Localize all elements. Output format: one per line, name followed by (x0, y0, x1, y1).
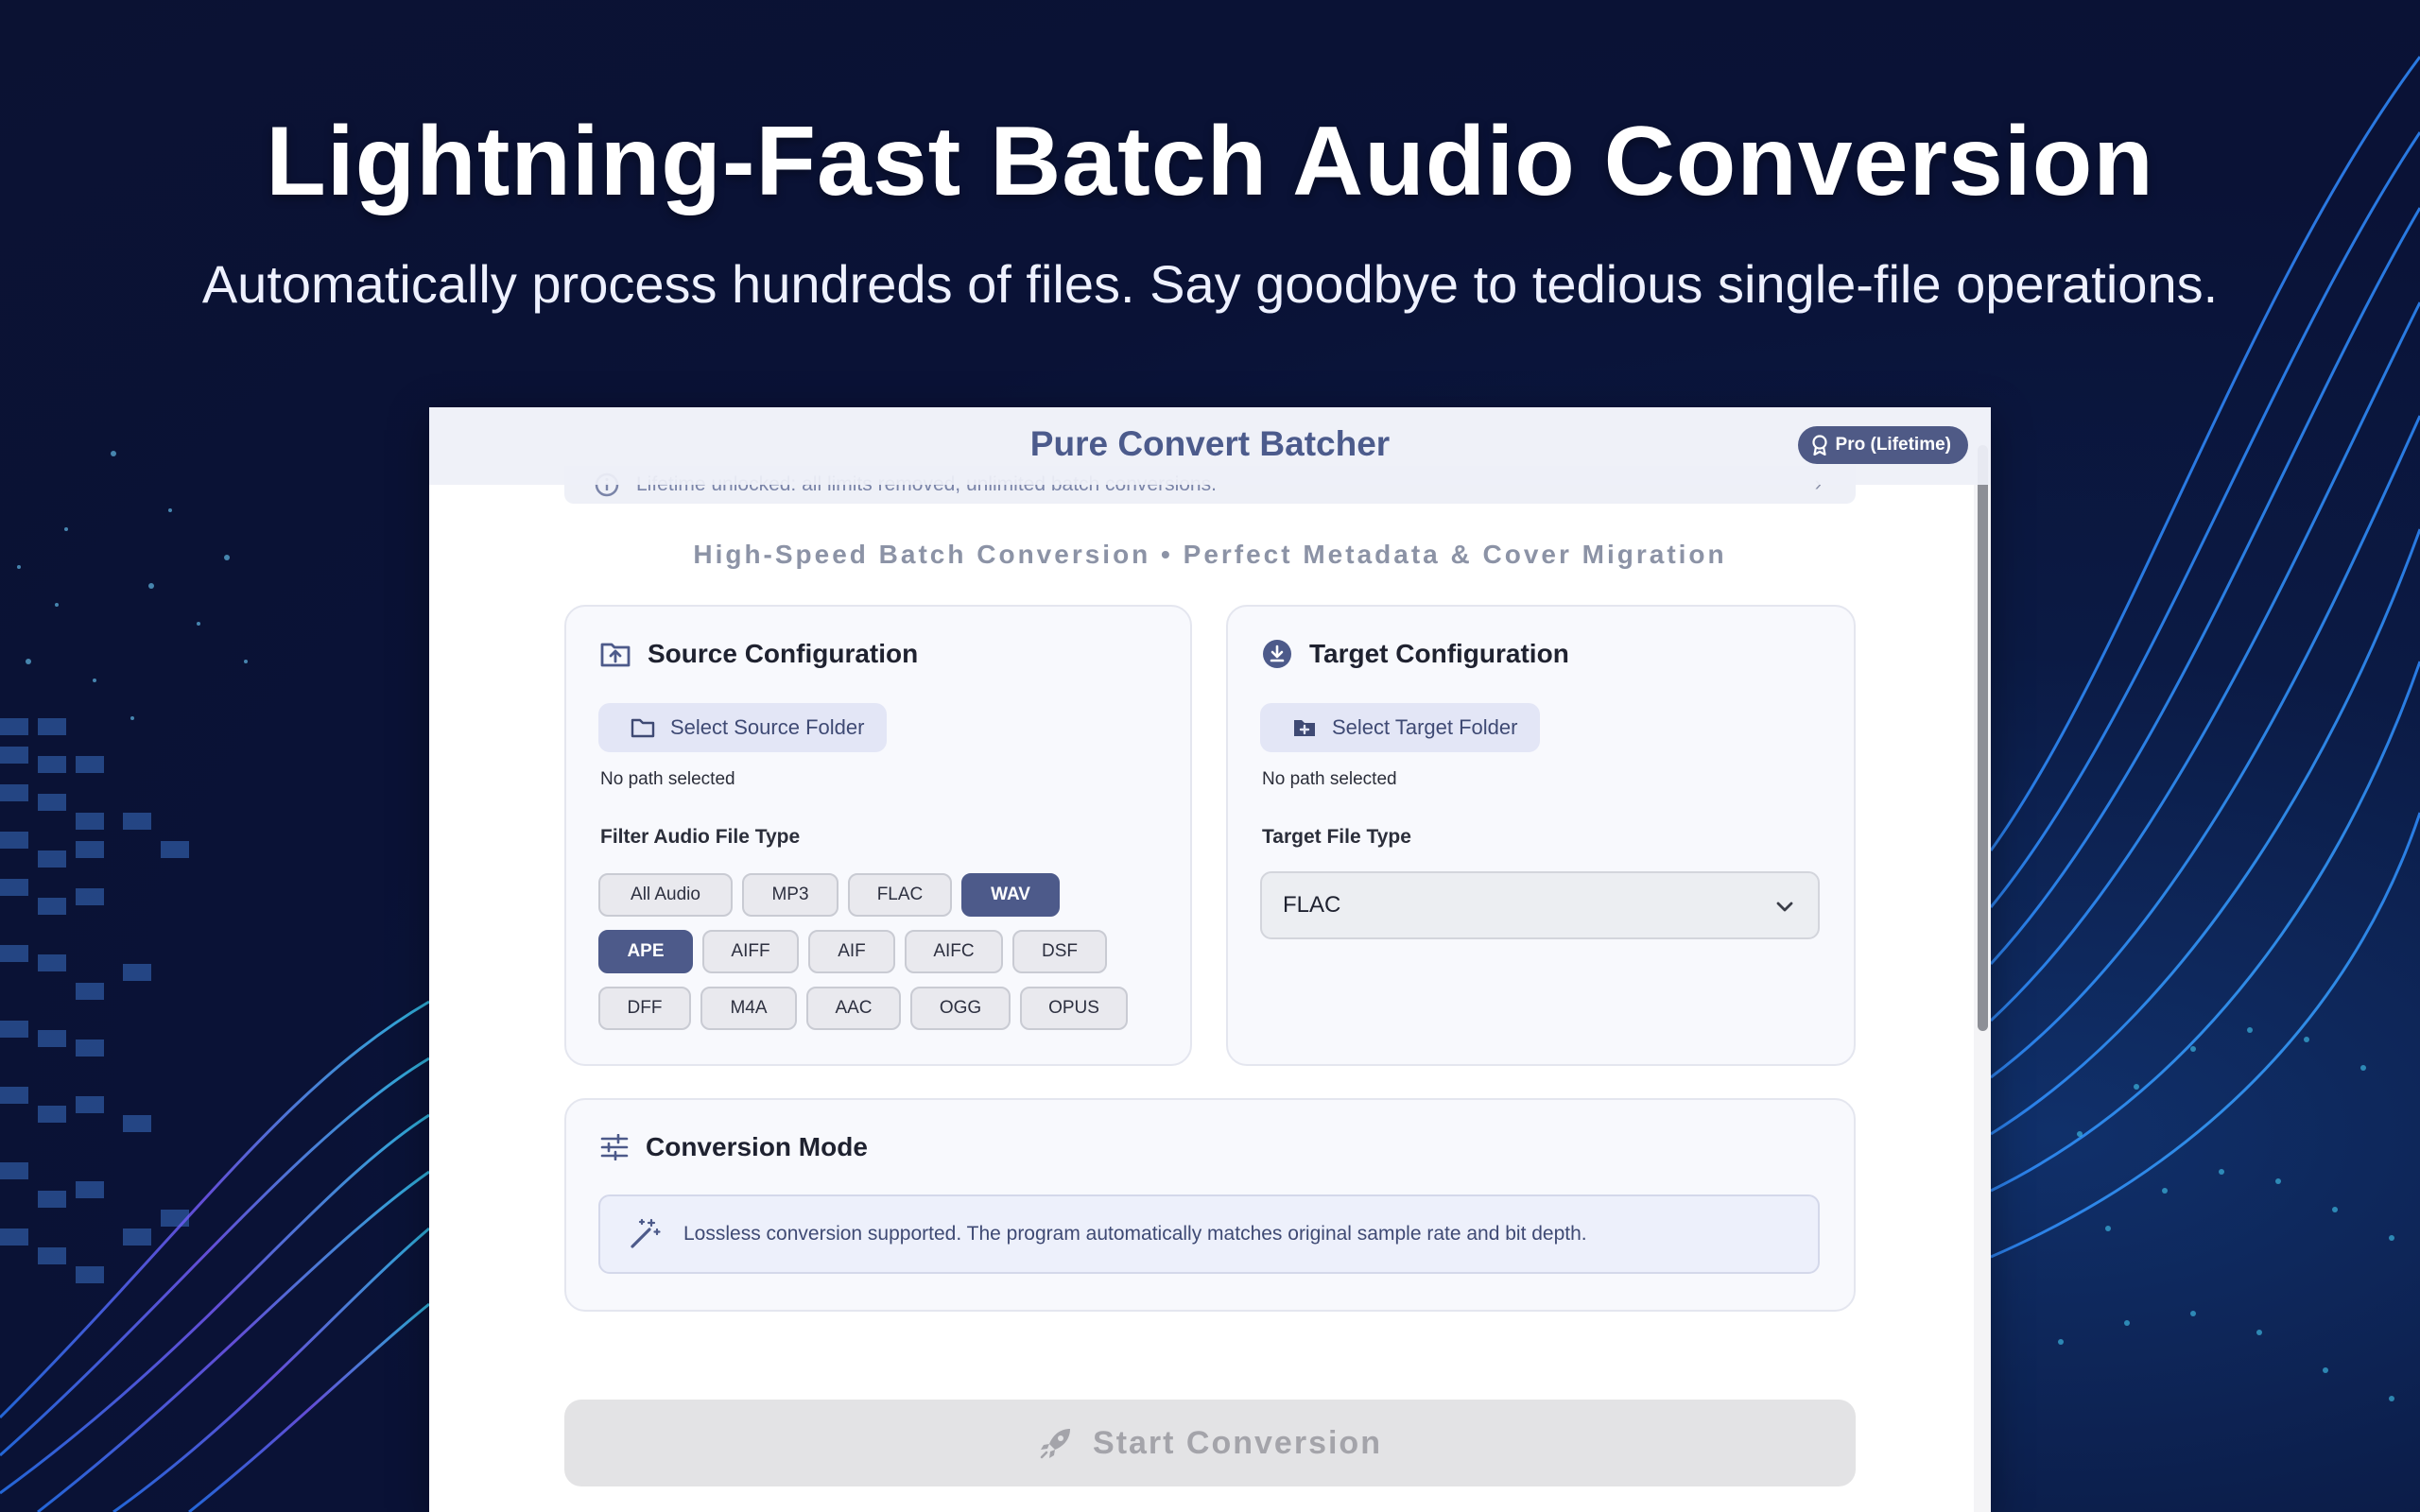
filter-chip-m4a[interactable]: M4A (700, 987, 797, 1030)
pro-badge-label: Pro (Lifetime) (1835, 435, 1951, 455)
chip-label: AIFF (731, 941, 770, 961)
app-window: Lifetime unlocked: all limits removed, u… (429, 407, 1991, 1512)
chip-label: OGG (939, 998, 982, 1018)
chip-label: AAC (835, 998, 873, 1018)
scrollbar-thumb[interactable] (1978, 445, 1988, 1031)
filter-chip-dff[interactable]: DFF (598, 987, 691, 1030)
lossless-info-box: Lossless conversion supported. The progr… (598, 1194, 1820, 1274)
titlebar: Pure Convert Batcher Pro (Lifetime) (429, 407, 1991, 485)
filter-chip-aiff[interactable]: AIFF (702, 930, 799, 973)
lossless-info-text: Lossless conversion supported. The progr… (683, 1223, 1587, 1245)
start-conversion-button[interactable]: Start Conversion (564, 1400, 1856, 1486)
chip-label: FLAC (876, 885, 924, 904)
filter-chip-wav[interactable]: WAV (961, 873, 1060, 917)
download-icon (1262, 639, 1292, 669)
filter-chip-aif[interactable]: AIF (808, 930, 895, 973)
hero-title: Lightning-Fast Batch Audio Conversion (266, 107, 2154, 216)
filter-chip-all-audio[interactable]: All Audio (598, 873, 733, 917)
award-icon (1811, 435, 1828, 455)
select-source-folder-label: Select Source Folder (670, 715, 865, 739)
filter-chip-dsf[interactable]: DSF (1012, 930, 1107, 973)
chip-label: DSF (1042, 941, 1078, 961)
target-type-select[interactable]: FLAC (1260, 871, 1820, 939)
magic-wand-icon (629, 1218, 661, 1250)
source-card: Source Configuration Select Source Folde… (564, 605, 1192, 1066)
target-type-label: Target File Type (1262, 826, 1411, 848)
app-title: Pure Convert Batcher (1029, 424, 1391, 463)
filter-chip-flac[interactable]: FLAC (848, 873, 952, 917)
chip-label: M4A (730, 998, 768, 1018)
rocket-icon (1038, 1425, 1074, 1461)
start-conversion-label: Start Conversion (1093, 1424, 1382, 1461)
source-path: No path selected (600, 769, 735, 789)
target-type-value: FLAC (1283, 892, 1341, 918)
conversion-mode-card: Conversion Mode Lossless conversion supp… (564, 1098, 1856, 1312)
scrollbar[interactable] (1974, 407, 1991, 1512)
chip-label: MP3 (771, 885, 809, 904)
hero-subtitle: Automatically process hundreds of files.… (201, 254, 2219, 314)
sliders-icon (600, 1134, 629, 1160)
select-source-folder-button[interactable]: Select Source Folder (598, 703, 888, 752)
select-target-folder-label: Select Target Folder (1332, 715, 1518, 739)
tagline: High-Speed Batch Conversion • Perfect Me… (693, 540, 1727, 569)
chip-label: DFF (627, 998, 663, 1018)
folder-upload-icon (600, 640, 631, 668)
filter-chip-aac[interactable]: AAC (806, 987, 901, 1030)
chip-label: WAV (991, 885, 1030, 904)
chip-label: AIFC (933, 941, 975, 961)
filter-chip-opus[interactable]: OPUS (1020, 987, 1128, 1030)
select-target-folder-button[interactable]: Select Target Folder (1260, 703, 1541, 752)
pro-badge[interactable]: Pro (Lifetime) (1797, 426, 1968, 464)
filter-chip-mp3[interactable]: MP3 (742, 873, 838, 917)
folder-plus-icon (1292, 717, 1317, 738)
filter-chip-ogg[interactable]: OGG (910, 987, 1011, 1030)
chip-label: AIF (838, 941, 866, 961)
target-path: No path selected (1262, 769, 1397, 789)
folder-icon (631, 717, 655, 738)
filter-chip-aifc[interactable]: AIFC (905, 930, 1003, 973)
chevron-down-icon (1774, 896, 1795, 923)
source-card-title: Source Configuration (648, 639, 919, 668)
chip-label: APE (627, 941, 665, 961)
target-card-title: Target Configuration (1309, 639, 1569, 668)
chip-label: OPUS (1048, 998, 1099, 1018)
chip-label: All Audio (631, 885, 700, 904)
filter-label: Filter Audio File Type (600, 826, 801, 848)
target-card: Target Configuration Select Target Folde… (1226, 605, 1856, 1066)
filter-chip-ape[interactable]: APE (598, 930, 693, 973)
conversion-mode-title: Conversion Mode (646, 1132, 868, 1161)
